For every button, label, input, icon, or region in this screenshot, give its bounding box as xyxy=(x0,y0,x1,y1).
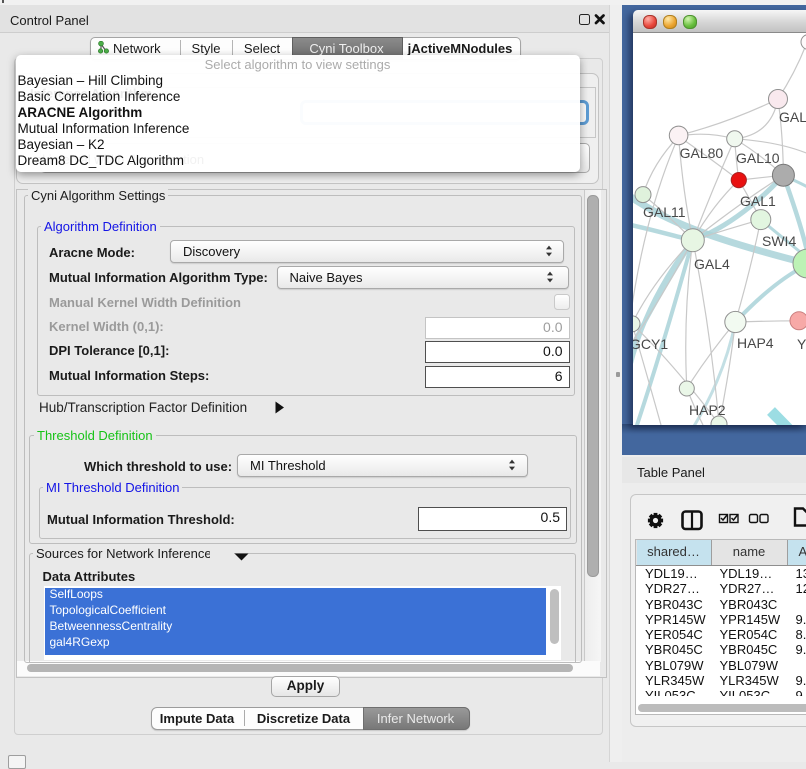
svg-text:GAL7: GAL7 xyxy=(779,109,806,125)
svg-text:SWI4: SWI4 xyxy=(762,233,796,249)
svg-text:GCY1: GCY1 xyxy=(633,336,668,352)
svg-text:GAL10: GAL10 xyxy=(736,150,780,166)
svg-text:HAP4: HAP4 xyxy=(737,335,774,351)
svg-text:GAL4: GAL4 xyxy=(694,256,730,272)
svg-text:GAL1: GAL1 xyxy=(740,193,776,209)
svg-text:HAP2: HAP2 xyxy=(689,402,726,418)
svg-text:Y: Y xyxy=(797,336,806,352)
svg-text:GAL80: GAL80 xyxy=(680,145,724,161)
svg-text:GAL11: GAL11 xyxy=(643,204,686,220)
